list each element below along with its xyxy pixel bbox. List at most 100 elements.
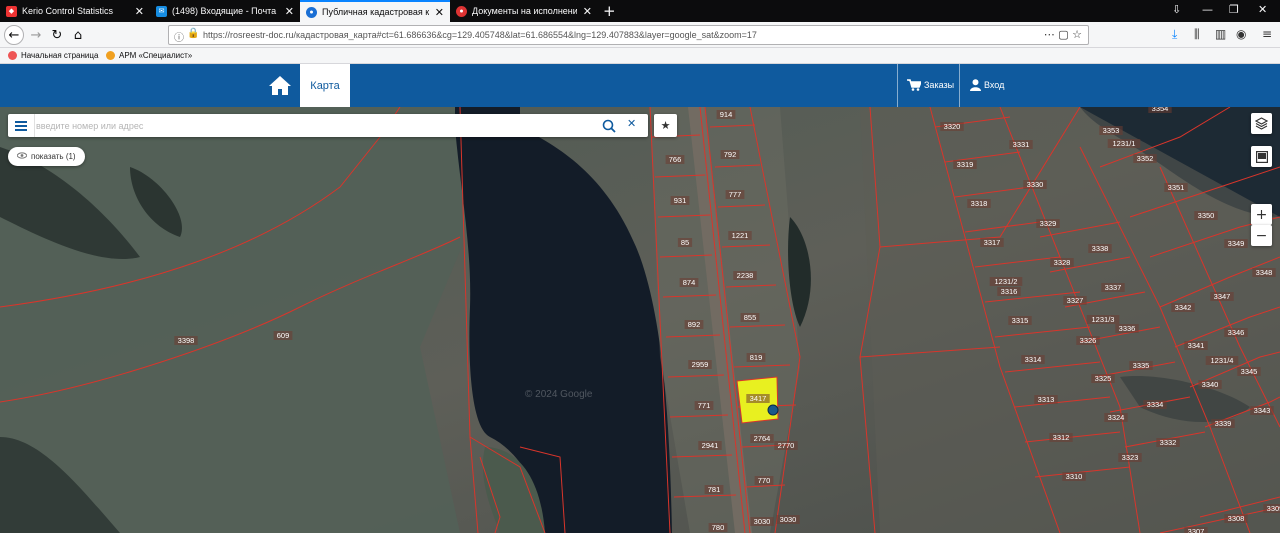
parcel-label[interactable]: 2959: [692, 360, 709, 369]
parcel-label[interactable]: 3328: [1054, 258, 1071, 267]
account-icon[interactable]: ◉: [1236, 27, 1246, 41]
favorites-star-icon[interactable]: ★: [654, 114, 677, 137]
clear-search-icon[interactable]: ✕: [627, 117, 636, 130]
parcel-label[interactable]: 3320: [944, 122, 961, 131]
close-tab-icon[interactable]: ✕: [285, 5, 294, 18]
parcel-label[interactable]: 3316: [1001, 287, 1018, 296]
parcel-label[interactable]: 819: [750, 353, 763, 362]
parcel-label[interactable]: 914: [720, 110, 733, 119]
parcel-label[interactable]: 3354: [1152, 107, 1169, 113]
parcel-label[interactable]: 1231/2: [995, 277, 1018, 286]
parcel-label[interactable]: 3314: [1025, 355, 1042, 364]
parcel-label[interactable]: 3030: [754, 517, 771, 526]
parcel-label[interactable]: 770: [758, 476, 771, 485]
parcel-label[interactable]: 3331: [1013, 140, 1030, 149]
parcel-label[interactable]: 3348: [1256, 268, 1273, 277]
home-browser-button[interactable]: ⌂: [69, 26, 87, 44]
parcel-label[interactable]: 3347: [1214, 292, 1231, 301]
layers-button[interactable]: [1251, 113, 1272, 134]
parcel-label[interactable]: 3307: [1188, 527, 1205, 533]
parcel-label[interactable]: 3334: [1147, 400, 1164, 409]
home-icon[interactable]: [268, 74, 292, 98]
bookmark-arm-specialist[interactable]: АРМ «Специалист»: [106, 51, 192, 60]
satellite-map[interactable]: © 2024 Google 914 766 792 931 777 85 1221 874 22…: [0, 107, 1280, 533]
parcel-label[interactable]: 3351: [1168, 183, 1185, 192]
browser-tab-documents[interactable]: ● Документы на исполнении ✕: [450, 0, 598, 22]
page-actions[interactable]: ⋯ ▢ ☆: [1044, 28, 1082, 41]
parcel-label[interactable]: 780: [712, 523, 725, 532]
parcel-label[interactable]: 3326: [1080, 336, 1097, 345]
parcel-label[interactable]: 3336: [1119, 324, 1136, 333]
parcel-label[interactable]: 792: [724, 150, 737, 159]
parcel-label[interactable]: 3352: [1137, 154, 1154, 163]
tab-map[interactable]: Карта: [300, 64, 350, 107]
parcel-label[interactable]: 1231/3: [1092, 315, 1115, 324]
url-text[interactable]: https://rosreestr-doc.ru/кадастровая_кар…: [203, 30, 757, 40]
parcel-label[interactable]: 3324: [1108, 413, 1125, 422]
parcel-label[interactable]: 3340: [1202, 380, 1219, 389]
menu-icon[interactable]: ≡: [1262, 27, 1272, 41]
parcel-label[interactable]: 3310: [1066, 472, 1083, 481]
parcel-label[interactable]: 874: [683, 278, 696, 287]
map-canvas[interactable]: © 2024 Google 914 766 792 931 777 85 1221 874 22…: [0, 107, 1280, 533]
parcel-label[interactable]: 2941: [702, 441, 719, 450]
zoom-out-button[interactable]: −: [1251, 225, 1272, 246]
library-icon[interactable]: ⫼: [1194, 27, 1200, 42]
selected-parcel-label[interactable]: 3417: [750, 394, 767, 403]
parcel-label[interactable]: 3345: [1241, 367, 1258, 376]
parcel-label[interactable]: 3337: [1105, 283, 1122, 292]
bookmark-home-page[interactable]: Начальная страница: [8, 51, 98, 60]
lock-icon[interactable]: 🔒: [187, 28, 199, 39]
parcel-label[interactable]: 3309: [1267, 504, 1280, 513]
window-close-icon[interactable]: ✕: [1258, 3, 1267, 16]
close-tab-icon[interactable]: ✕: [135, 5, 144, 18]
parcel-label[interactable]: 855: [744, 313, 757, 322]
parcel-label[interactable]: 3315: [1012, 316, 1029, 325]
parcel-label[interactable]: 3353: [1103, 126, 1120, 135]
sidebar-icon[interactable]: ▥: [1215, 27, 1226, 41]
browser-tab-kerio[interactable]: ◆ Kerio Control Statistics ✕: [0, 0, 150, 22]
parcel-label[interactable]: 777: [729, 190, 742, 199]
back-button[interactable]: ←: [4, 25, 24, 45]
login-link[interactable]: Вход: [970, 79, 1004, 91]
fullscreen-button[interactable]: [1251, 146, 1272, 167]
selected-parcel-marker-icon[interactable]: [767, 404, 779, 416]
parcel-label[interactable]: 3343: [1254, 406, 1271, 415]
menu-button[interactable]: [8, 114, 35, 137]
parcel-label[interactable]: 3338: [1092, 244, 1109, 253]
parcel-label[interactable]: 3398: [178, 336, 195, 345]
downloads-icon[interactable]: ⤓: [1172, 27, 1177, 42]
parcel-label[interactable]: 3341: [1188, 341, 1205, 350]
parcel-label[interactable]: 892: [688, 320, 701, 329]
parcel-label[interactable]: 2764: [754, 434, 771, 443]
parcel-label[interactable]: 1231/4: [1211, 356, 1234, 365]
parcel-label[interactable]: 609: [277, 331, 290, 340]
parcel-label[interactable]: 3312: [1053, 433, 1070, 442]
browser-tab-cadastral-map[interactable]: ● Публичная кадастровая карта ✕: [300, 0, 450, 22]
parcel-label[interactable]: 3350: [1198, 211, 1215, 220]
parcel-label[interactable]: 771: [698, 401, 711, 410]
parcel-label[interactable]: 3349: [1228, 239, 1245, 248]
close-tab-icon[interactable]: ✕: [435, 6, 444, 19]
zoom-in-button[interactable]: +: [1251, 204, 1272, 225]
parcel-label[interactable]: 85: [681, 238, 689, 247]
address-bar[interactable]: ⓘ 🔒 https://rosreestr-doc.ru/кадастровая…: [168, 25, 1089, 45]
restore-icon[interactable]: ❐: [1229, 3, 1239, 16]
site-info-icon[interactable]: ⓘ: [174, 29, 184, 44]
search-button[interactable]: [602, 118, 616, 137]
minimize-icon[interactable]: —: [1202, 3, 1213, 16]
reload-button[interactable]: ↻: [48, 26, 66, 44]
parcel-label[interactable]: 3317: [984, 238, 1001, 247]
show-results-button[interactable]: показать (1): [8, 147, 85, 166]
parcel-label[interactable]: 3318: [971, 199, 988, 208]
parcel-label[interactable]: 3030: [780, 515, 797, 524]
parcel-label[interactable]: 3313: [1038, 395, 1055, 404]
parcel-label[interactable]: 781: [708, 485, 721, 494]
search-input[interactable]: [36, 116, 596, 135]
parcel-label[interactable]: 1221: [732, 231, 749, 240]
parcel-label[interactable]: 3342: [1175, 303, 1192, 312]
parcel-label[interactable]: 3308: [1228, 514, 1245, 523]
parcel-label[interactable]: 2770: [778, 441, 795, 450]
forward-button[interactable]: →: [27, 26, 45, 44]
orders-link[interactable]: Заказы: [907, 79, 954, 91]
